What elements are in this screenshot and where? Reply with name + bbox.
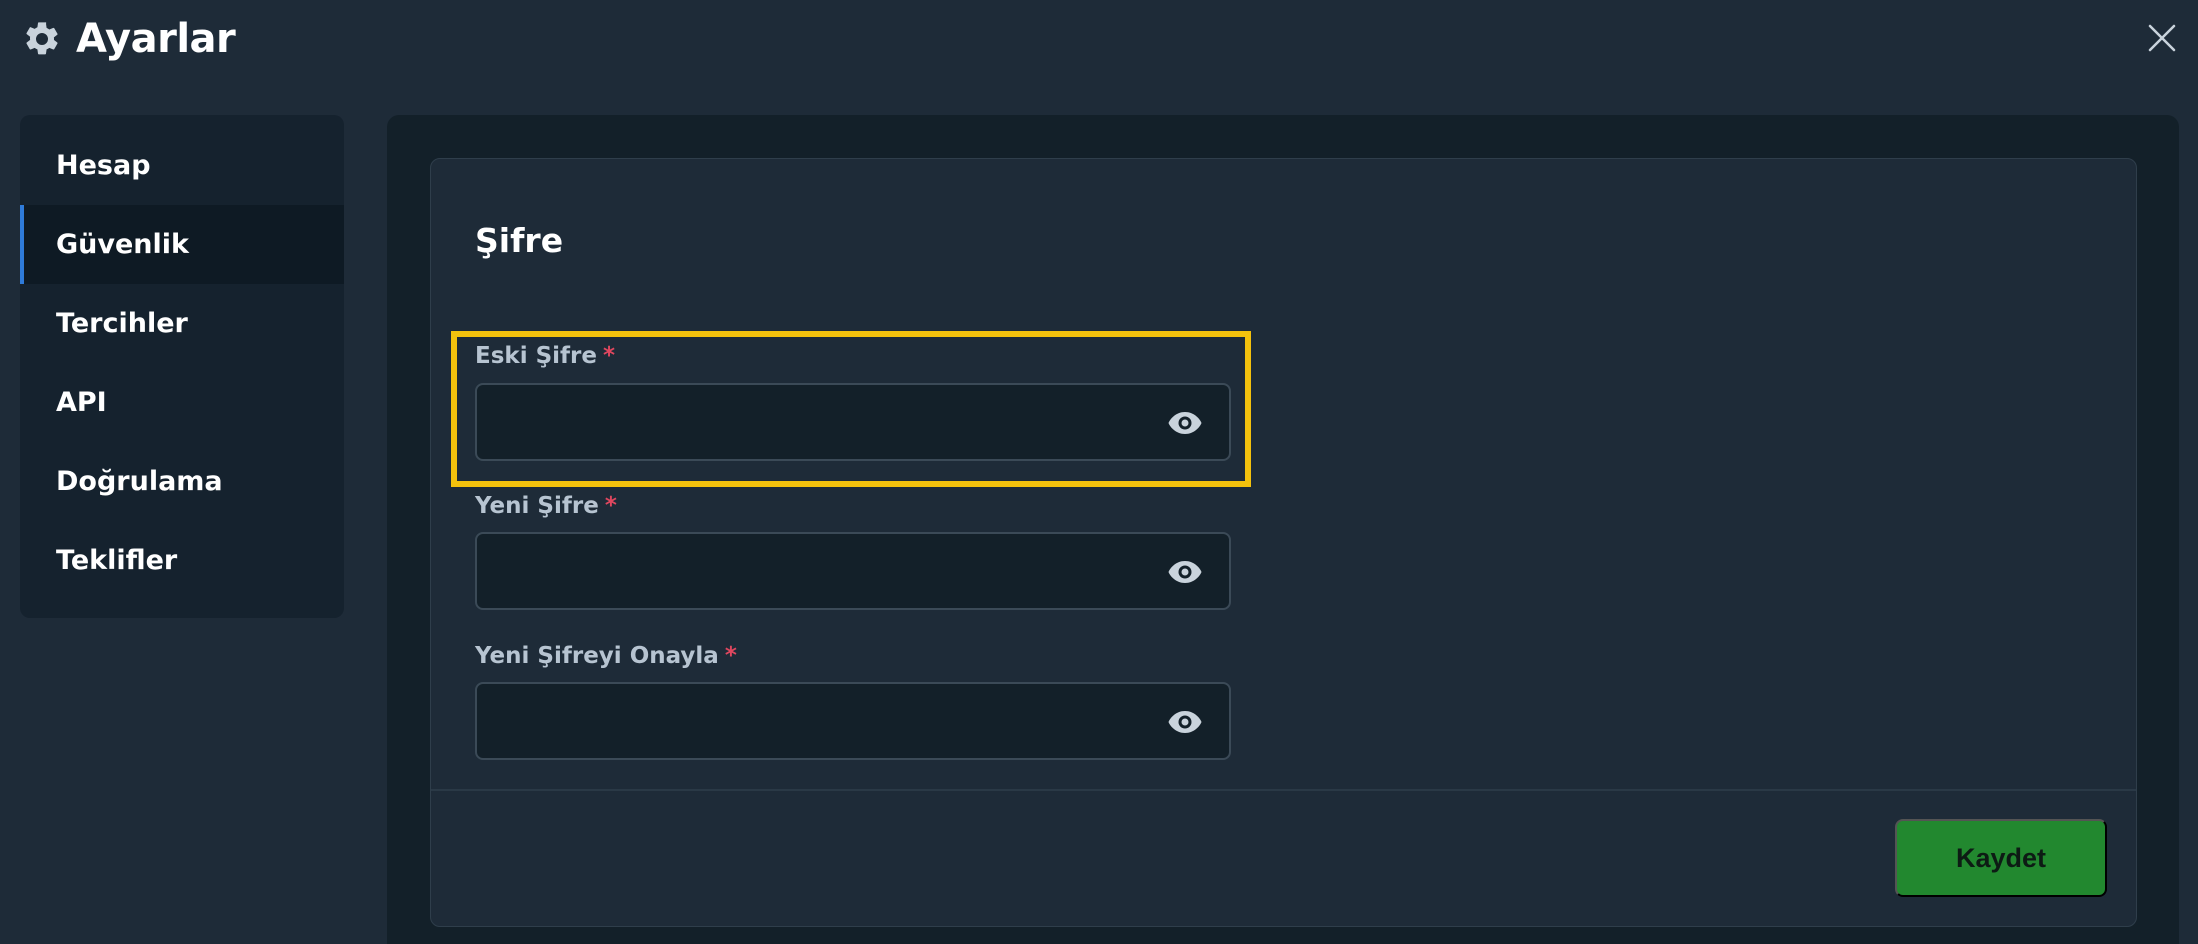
required-asterisk: *: [603, 343, 616, 369]
close-icon[interactable]: [2146, 22, 2178, 54]
password-card: Şifre Eski Şifre * Yeni Şifre * Yeni Şifre…: [430, 158, 2137, 927]
save-button[interactable]: Kaydet: [1895, 819, 2107, 897]
required-asterisk: *: [724, 643, 737, 669]
sidebar-item-hesap[interactable]: Hesap: [20, 126, 344, 205]
sidebar-item-guvenlik[interactable]: Güvenlik: [20, 205, 344, 284]
eye-icon[interactable]: [1167, 409, 1203, 437]
sidebar-item-label: Güvenlik: [56, 229, 189, 260]
gear-icon: [26, 22, 58, 55]
sidebar-item-tercihler[interactable]: Tercihler: [20, 284, 344, 363]
eye-icon[interactable]: [1167, 558, 1203, 586]
old-password-input[interactable]: [475, 383, 1231, 461]
confirm-password-label: Yeni Şifreyi Onayla *: [475, 643, 737, 669]
card-divider: [431, 789, 2136, 791]
sidebar-item-label: Hesap: [56, 150, 151, 181]
sidebar-item-teklifler[interactable]: Teklifler: [20, 521, 344, 600]
new-password-label: Yeni Şifre *: [475, 493, 617, 519]
old-password-label: Eski Şifre *: [475, 343, 616, 369]
settings-header: Ayarlar: [0, 0, 2198, 80]
eye-icon[interactable]: [1167, 708, 1203, 736]
sidebar-item-label: Doğrulama: [56, 466, 223, 497]
sidebar-item-label: Tercihler: [56, 308, 188, 339]
settings-sidebar: Hesap Güvenlik Tercihler API Doğrulama T…: [20, 115, 344, 618]
section-title: Şifre: [475, 221, 564, 260]
confirm-password-input[interactable]: [475, 682, 1231, 760]
sidebar-item-label: API: [56, 387, 107, 418]
required-asterisk: *: [604, 493, 617, 519]
new-password-input[interactable]: [475, 532, 1231, 610]
sidebar-item-api[interactable]: API: [20, 363, 344, 442]
sidebar-item-label: Teklifler: [56, 545, 178, 576]
page-title: Ayarlar: [76, 16, 236, 62]
sidebar-item-dogrulama[interactable]: Doğrulama: [20, 442, 344, 521]
